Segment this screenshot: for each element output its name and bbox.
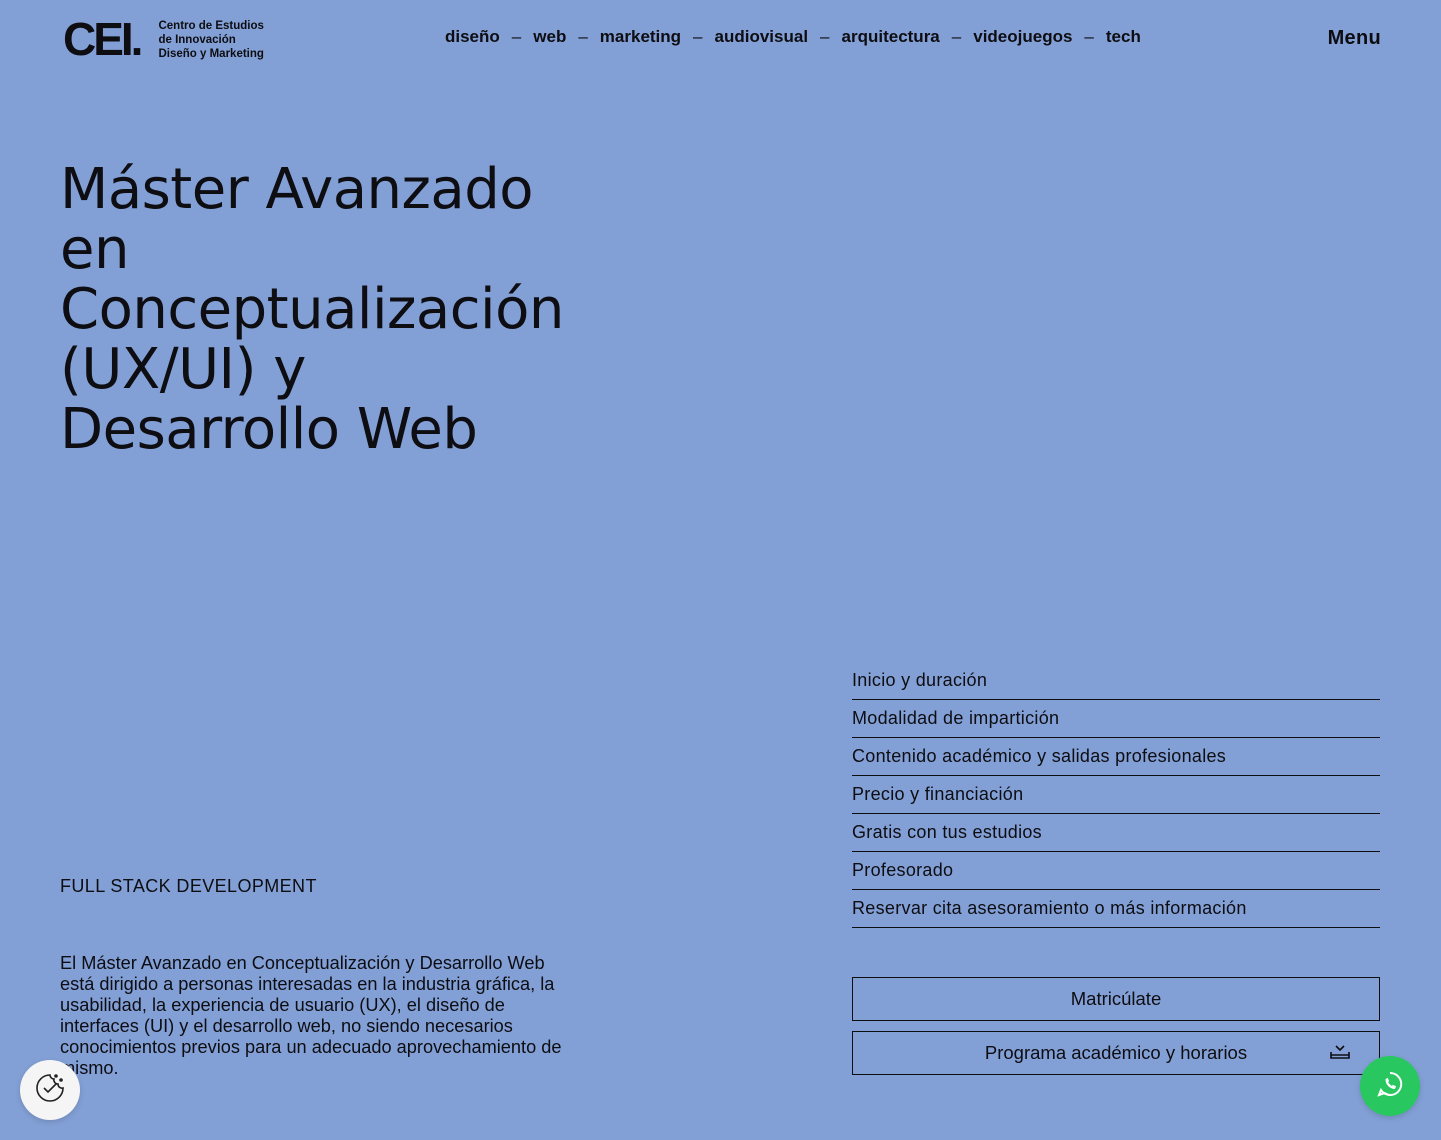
section-links: Inicio y duración Modalidad de impartici… — [852, 662, 1380, 928]
menu-button[interactable]: Menu — [1328, 27, 1381, 50]
nav-item-audiovisual[interactable]: audiovisual — [715, 27, 809, 47]
nav-item-web[interactable]: web — [533, 27, 566, 47]
logo-line: Diseño y Marketing — [158, 48, 264, 60]
top-nav: diseño – web – marketing – audiovisual –… — [445, 27, 1141, 47]
section-link-profesorado[interactable]: Profesorado — [852, 852, 1380, 890]
nav-item-arquitectura[interactable]: arquitectura — [842, 27, 940, 47]
logo-mark: CEI. — [63, 13, 143, 65]
nav-item-videojuegos[interactable]: videojuegos — [973, 27, 1072, 47]
section-link-precio[interactable]: Precio y financiación — [852, 776, 1380, 814]
whatsapp-icon — [1376, 1070, 1404, 1103]
program-button-label: Programa académico y horarios — [984, 1042, 1248, 1063]
nav-separator: – — [1084, 27, 1094, 46]
nav-separator: – — [820, 27, 830, 46]
download-icon — [1329, 1043, 1351, 1066]
whatsapp-button[interactable] — [1360, 1056, 1420, 1116]
section-link-contenido[interactable]: Contenido académico y salidas profesiona… — [852, 738, 1380, 776]
nav-separator: – — [951, 27, 962, 46]
site-logo[interactable]: CEI. Centro de Estudios de Innovación Di… — [63, 13, 264, 65]
program-download-button[interactable]: Programa académico y horarios — [852, 1031, 1380, 1075]
section-link-reservar-cita[interactable]: Reservar cita asesoramiento o más inform… — [852, 890, 1380, 928]
nav-item-tech[interactable]: tech — [1106, 27, 1141, 47]
program-subtitle: FULL STACK DEVELOPMENT — [60, 876, 317, 896]
nav-item-diseno[interactable]: diseño — [445, 27, 500, 47]
nav-separator: – — [578, 27, 588, 46]
enroll-button[interactable]: Matricúlate — [852, 977, 1380, 1021]
cookie-consent-icon — [34, 1072, 66, 1109]
section-link-gratis[interactable]: Gratis con tus estudios — [852, 814, 1380, 852]
section-link-inicio[interactable]: Inicio y duración — [852, 662, 1380, 700]
nav-separator: – — [693, 27, 703, 46]
logo-line: de Innovación — [158, 34, 236, 46]
program-description: El Máster Avanzado en Conceptualización … — [60, 953, 562, 1078]
page-title: Máster Avanzado en Conceptualización (UX… — [60, 157, 564, 462]
logo-text: Centro de Estudios de Innovación Diseño … — [158, 18, 263, 61]
nav-separator: – — [511, 27, 522, 46]
logo-line: Centro de Estudios — [158, 20, 264, 32]
section-link-modalidad[interactable]: Modalidad de impartición — [852, 700, 1380, 738]
enroll-button-label: Matricúlate — [1070, 988, 1162, 1009]
nav-item-marketing[interactable]: marketing — [600, 27, 681, 47]
cookie-consent-button[interactable] — [20, 1060, 80, 1120]
